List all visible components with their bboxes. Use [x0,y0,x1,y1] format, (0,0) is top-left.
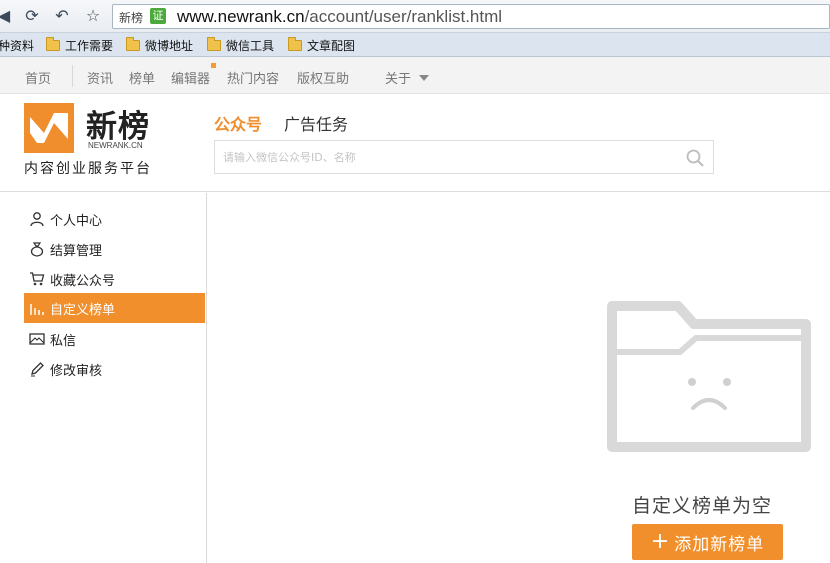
empty-state-message: 自定义榜单为空 [632,495,773,517]
add-ranking-button[interactable]: + 添加新榜单 [632,524,783,560]
sidebar-item-label: 结算管理 [50,243,103,259]
folder-icon [126,37,140,51]
site-header: 新榜 NEWRANK.CN 内容创业服务平台 公众号 广告任务 [0,95,830,192]
logo-tagline: 内容创业服务平台 [24,161,152,177]
site-tag: 新榜 [119,11,144,25]
bookmark-folder[interactable]: 文章配图 [288,37,355,54]
logo-icon[interactable] [24,103,74,153]
bookmark-folder[interactable]: 微信工具 [207,37,274,54]
url-text[interactable]: www.newrank.cn/account/user/ranklist.htm… [177,7,502,27]
empty-folder-icon [607,301,811,452]
mail-icon [28,330,46,348]
browser-toolbar: ◀ ⟳ ↶ ☆ 新榜 证 www.newrank.cn/account/user… [0,0,830,33]
sidebar-item-custom-rankings[interactable]: 自定义榜单 [24,293,205,323]
sidebar-item-label: 个人中心 [50,213,103,229]
pencil-icon [28,360,46,378]
nav-copyright[interactable]: 版权互助 [297,68,349,87]
address-bar[interactable]: 新榜 证 www.newrank.cn/account/user/ranklis… [112,4,830,29]
certificate-icon[interactable]: 证 [150,8,166,24]
sidebar-item-label: 收藏公众号 [50,273,116,289]
bookmark-folder[interactable]: 工作需要 [46,37,113,54]
site-top-nav: 首页 资讯 榜单 编辑器 热门内容 版权互助 关于 [0,57,830,94]
undo-icon[interactable]: ↶ [52,6,72,26]
url-path: /account/user/ranklist.html [304,7,503,26]
add-ranking-label: 添加新榜单 [674,534,765,555]
sidebar: 个人中心 结算管理 收藏公众号 自定义榜单 私信 修改审核 [0,193,207,563]
sidebar-item-review[interactable]: 修改审核 [24,354,205,384]
back-icon[interactable]: ◀ [0,6,14,26]
star-icon[interactable]: ☆ [83,6,103,26]
bookmark-item[interactable]: 种资料 [0,37,34,54]
nav-news[interactable]: 资讯 [87,68,113,87]
bar-chart-icon [28,299,46,317]
tab-official-accounts[interactable]: 公众号 [214,111,262,135]
chevron-down-icon [419,75,430,81]
search-box [214,140,714,174]
sidebar-item-favorites[interactable]: 收藏公众号 [24,264,205,294]
new-badge [211,63,216,68]
refresh-icon[interactable]: ⟳ [22,6,42,26]
cart-icon [28,270,46,288]
money-bag-icon [28,240,46,258]
search-input[interactable] [223,148,663,166]
logo-title: 新榜 [86,109,150,145]
logo-subtitle: NEWRANK.CN [88,141,143,150]
search-icon[interactable] [685,148,705,168]
nav-about[interactable]: 关于 [385,68,430,87]
nav-home[interactable]: 首页 [25,68,51,87]
nav-hot-content[interactable]: 热门内容 [227,68,279,87]
folder-icon [207,37,221,51]
sidebar-item-label: 私信 [50,333,77,349]
bookmark-folder[interactable]: 微博地址 [126,37,193,54]
sidebar-item-settlement[interactable]: 结算管理 [24,234,205,264]
nav-rankings[interactable]: 榜单 [129,68,155,87]
nav-divider [72,65,73,87]
user-icon [28,210,46,228]
folder-icon [288,37,302,51]
sidebar-item-profile[interactable]: 个人中心 [24,204,205,234]
bookmarks-bar: 种资料 工作需要 微博地址 微信工具 文章配图 [0,33,830,57]
tab-ad-tasks[interactable]: 广告任务 [284,111,348,135]
nav-editor[interactable]: 编辑器 [171,68,210,87]
url-host: www.newrank.cn [177,7,305,26]
sidebar-item-label: 修改审核 [50,363,103,379]
folder-icon [46,37,60,51]
sidebar-item-messages[interactable]: 私信 [24,324,205,354]
sidebar-item-label: 自定义榜单 [50,302,116,318]
plus-icon: + [650,529,671,554]
